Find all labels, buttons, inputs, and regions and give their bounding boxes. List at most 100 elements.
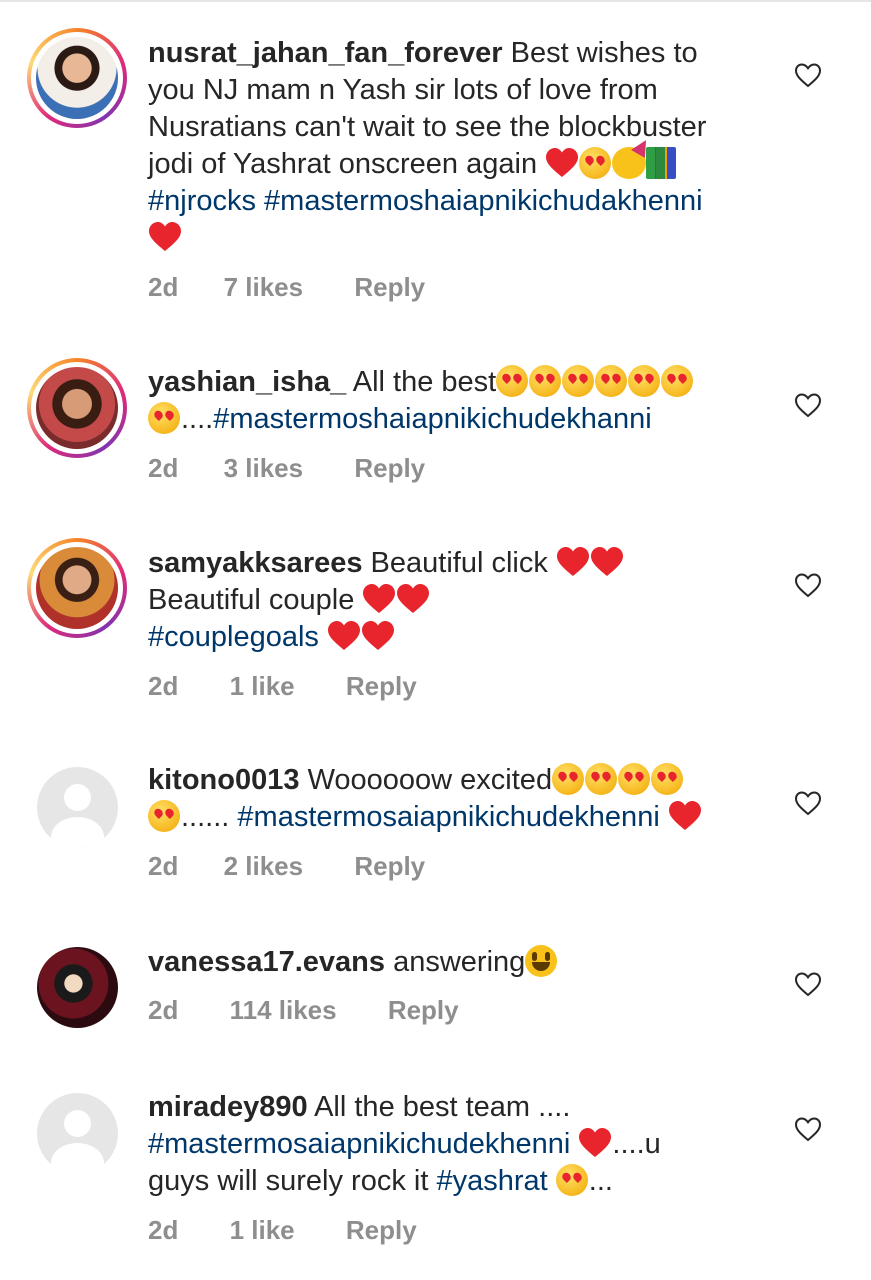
comment-meta: 2d 1 like Reply	[148, 1215, 417, 1246]
comment-time: 2d	[148, 453, 179, 483]
heart-eyes-emoji	[595, 365, 628, 397]
comment-username[interactable]: samyakksarees	[148, 547, 362, 579]
comment-username[interactable]: nusrat_jahan_fan_forever	[148, 37, 503, 69]
red-heart-emoji	[363, 584, 396, 613]
comment-meta: 2d 114 likes Reply	[148, 995, 459, 1026]
comment-time: 2d	[148, 851, 179, 881]
heart-eyes-emoji	[148, 402, 180, 434]
reply-button[interactable]: Reply	[354, 851, 425, 882]
comment-body: Beautiful click	[370, 547, 548, 579]
comment-meta: 2d 1 like Reply	[148, 671, 417, 702]
comment-dots: ......	[181, 801, 230, 833]
red-heart-emoji	[361, 621, 394, 650]
comment-body: Beautiful couple	[148, 584, 355, 616]
comment-body: All the best team ....	[314, 1091, 571, 1123]
comment-username[interactable]: miradey890	[148, 1091, 308, 1123]
avatar[interactable]	[27, 358, 127, 458]
heart-eyes-emoji	[496, 365, 529, 397]
reply-button[interactable]: Reply	[346, 1215, 417, 1246]
avatar[interactable]	[37, 947, 118, 1028]
default-avatar[interactable]	[37, 1093, 118, 1174]
reply-button[interactable]: Reply	[388, 995, 459, 1026]
heart-outline-icon[interactable]	[794, 62, 822, 88]
books-emoji	[646, 147, 677, 179]
comment-meta: 2d 2 likes Reply	[148, 851, 425, 882]
heart-eyes-emoji	[618, 763, 651, 795]
comment-body: All the best	[352, 366, 497, 398]
heart-eyes-emoji	[661, 365, 694, 397]
heart-eyes-emoji	[552, 763, 585, 795]
reply-button[interactable]: Reply	[346, 671, 417, 702]
default-avatar-body	[51, 1143, 104, 1174]
default-avatar[interactable]	[37, 767, 118, 848]
partying-face-emoji	[612, 147, 647, 179]
heart-eyes-emoji	[555, 1164, 588, 1196]
heart-eyes-emoji	[579, 147, 612, 179]
red-heart-emoji	[327, 621, 360, 650]
comment-text: kitono0013 Woooooow excited ...... #mast…	[148, 762, 778, 836]
red-heart-emoji	[556, 547, 589, 576]
comment-username[interactable]: kitono0013	[148, 764, 300, 796]
comment-likes[interactable]: 1 like	[230, 1215, 295, 1246]
default-avatar-head	[64, 784, 91, 811]
comment-hashtags[interactable]: #mastermosaiapnikichudekhenni	[148, 1128, 570, 1160]
red-heart-emoji	[397, 584, 430, 613]
comment-hashtags[interactable]: #njrocks #mastermoshaiapnikichudakhenni	[148, 185, 703, 217]
comment-body: guys will surely rock it	[148, 1165, 429, 1197]
comment-text: samyakksarees Beautiful click Beautiful …	[148, 545, 778, 656]
comment-body: Woooooow excited	[307, 764, 553, 796]
heart-outline-icon[interactable]	[794, 790, 822, 816]
heart-outline-icon[interactable]	[794, 572, 822, 598]
heart-eyes-emoji	[628, 365, 661, 397]
comment-meta: 2d 7 likes Reply	[148, 272, 425, 303]
reply-button[interactable]: Reply	[354, 453, 425, 484]
comment-time: 2d	[148, 995, 179, 1025]
comment-likes[interactable]: 114 likes	[230, 995, 337, 1026]
red-heart-emoji	[590, 547, 623, 576]
comment-meta: 2d 3 likes Reply	[148, 453, 425, 484]
default-avatar-body	[51, 817, 104, 848]
comment-dots: ....	[181, 403, 214, 435]
comment-time: 2d	[148, 671, 179, 701]
comment-body: ...	[588, 1165, 613, 1197]
avatar[interactable]	[27, 28, 127, 128]
comment-hashtags[interactable]: #couplegoals	[148, 621, 319, 653]
comment-time: 2d	[148, 272, 179, 302]
comment-likes[interactable]: 2 likes	[224, 851, 304, 882]
top-divider	[0, 0, 871, 2]
comment-hashtags[interactable]: #mastermosaiapnikichudekhenni	[237, 801, 659, 833]
comment-username[interactable]: yashian_isha_	[148, 366, 346, 398]
comment-hashtags[interactable]: #mastermoshaiapnikichudekhanni	[213, 403, 651, 435]
comment-body: you NJ mam n Yash sir lots of love from	[148, 74, 658, 106]
comment-body: answering	[393, 946, 526, 978]
comment-body: Nusratians can't wait to see the blockbu…	[148, 111, 707, 143]
heart-eyes-emoji	[148, 800, 180, 832]
heart-outline-icon[interactable]	[794, 1116, 822, 1142]
red-heart-emoji	[668, 801, 701, 830]
comment-likes[interactable]: 7 likes	[224, 272, 304, 303]
comment-username[interactable]: vanessa17.evans	[148, 946, 385, 978]
comment-hashtag[interactable]: #yashrat	[436, 1165, 547, 1197]
grinning-face-emoji	[525, 945, 558, 977]
comment-text: yashian_isha_ All the best ....#mastermo…	[148, 364, 778, 438]
red-heart-emoji	[546, 148, 579, 177]
default-avatar-head	[64, 1110, 91, 1137]
heart-outline-icon[interactable]	[794, 971, 822, 997]
comment-body: Best wishes to	[510, 37, 698, 69]
comment-text: miradey890 All the best team .... #maste…	[148, 1089, 778, 1200]
comment-body: ....u	[612, 1128, 661, 1160]
comment-likes[interactable]: 3 likes	[224, 453, 304, 484]
comment-text: vanessa17.evans answering	[148, 944, 778, 981]
heart-eyes-emoji	[562, 365, 595, 397]
comment-body: jodi of Yashrat onscreen again	[148, 148, 538, 180]
reply-button[interactable]: Reply	[354, 272, 425, 303]
red-heart-emoji	[579, 1128, 612, 1157]
heart-outline-icon[interactable]	[794, 392, 822, 418]
comment-text: nusrat_jahan_fan_forever Best wishes to …	[148, 35, 778, 257]
heart-eyes-emoji	[529, 365, 562, 397]
comment-likes[interactable]: 1 like	[230, 671, 295, 702]
heart-eyes-emoji	[585, 763, 618, 795]
heart-eyes-emoji	[651, 763, 684, 795]
comment-time: 2d	[148, 1215, 179, 1245]
avatar[interactable]	[27, 538, 127, 638]
